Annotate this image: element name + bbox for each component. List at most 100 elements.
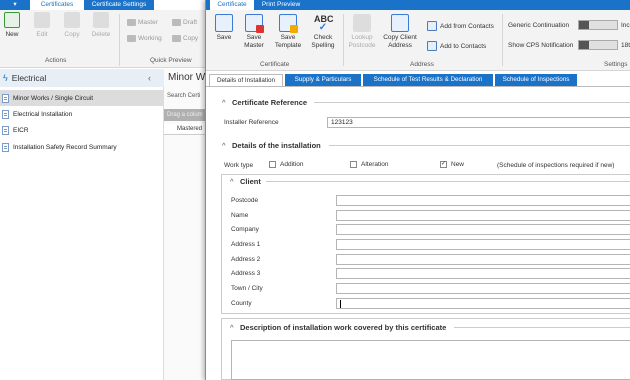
address-2-label: Address 2 <box>231 256 261 263</box>
document-icon <box>2 142 9 152</box>
tab-print-preview[interactable]: Print Preview <box>256 0 306 10</box>
contacts-icon <box>427 41 437 51</box>
address-2-input[interactable] <box>336 254 630 265</box>
addition-checkbox[interactable]: Addition <box>269 161 304 168</box>
edit-icon <box>34 12 50 28</box>
new-checkbox[interactable]: ✓ New <box>440 161 464 168</box>
address-1-input[interactable] <box>336 239 630 250</box>
edit-button[interactable]: Edit <box>29 12 55 38</box>
preview-master-label: Master <box>138 19 158 26</box>
preview-working-label: Working <box>138 35 162 42</box>
save-button[interactable]: Save <box>213 14 235 42</box>
toggle-knob <box>579 41 589 49</box>
description-textarea[interactable] <box>231 340 630 380</box>
addition-label: Addition <box>280 161 304 168</box>
preview-master-button[interactable]: Master <box>127 19 158 26</box>
generic-continuation-toggle[interactable] <box>578 20 618 30</box>
certificate-list-panel: Minor W Search Certi Drag a colum Master… <box>164 69 206 380</box>
tab-schedule-of-inspections[interactable]: Schedule of Inspections <box>495 74 577 86</box>
alteration-checkbox[interactable]: Alteration <box>350 161 388 168</box>
certificate-reference-header[interactable]: ^ Certificate Reference <box>222 98 307 107</box>
address-3-input[interactable] <box>336 268 630 279</box>
dialog-ribbon: Save Save Master Save Template ABC ✓ Che… <box>206 10 630 71</box>
collapse-panel-button[interactable]: ‹ <box>148 73 151 83</box>
nav-item-installation-safety-record[interactable]: Installation Safety Record Summary <box>0 139 164 155</box>
new-label: New <box>451 161 465 168</box>
description-header[interactable]: ^ Description of installation work covere… <box>230 323 446 332</box>
new-button[interactable]: New <box>0 12 25 38</box>
app-menu-button[interactable]: ▾ <box>0 0 30 10</box>
list-search[interactable]: Search Certi <box>167 93 200 99</box>
postcode-input[interactable] <box>336 195 630 206</box>
delete-button[interactable]: Delete <box>88 12 114 38</box>
copy-client-address-label-1: Copy Client <box>383 34 417 41</box>
save-master-icon <box>245 14 264 33</box>
save-master-button[interactable]: Save Master <box>241 14 267 50</box>
save-template-icon <box>279 14 298 33</box>
section-tab-bar: Details of Installation Supply & Particu… <box>206 72 630 86</box>
preview-copy-button[interactable]: Copy <box>172 35 198 42</box>
left-panel-title: Electrical <box>11 73 47 83</box>
printer-icon <box>172 19 181 26</box>
client-header[interactable]: ^ Client <box>230 177 261 186</box>
copy-button[interactable]: Copy <box>59 12 85 38</box>
ribbon-divider <box>343 14 344 66</box>
generic-continuation-value: Inc <box>621 22 630 29</box>
tab-details-of-installation[interactable]: Details of Installation <box>209 74 283 86</box>
left-navigation-panel: ϟ Electrical ‹ Minor Works / Single Circ… <box>0 69 164 380</box>
preview-draft-button[interactable]: Draft <box>172 19 197 26</box>
add-to-contacts-button[interactable]: Add to Contacts <box>427 41 486 51</box>
edit-label: Edit <box>36 31 48 38</box>
details-installation-header[interactable]: ^ Details of the installation <box>222 141 321 150</box>
preview-working-button[interactable]: Working <box>127 35 162 42</box>
tab-schedule-of-test-results[interactable]: Schedule of Test Results & Declaration <box>363 74 493 86</box>
tab-supply-particulars[interactable]: Supply & Particulars <box>285 74 361 86</box>
work-type-label: Work type <box>224 162 254 169</box>
nav-item-eicr[interactable]: EICR <box>0 122 164 138</box>
save-icon <box>215 14 233 32</box>
contacts-icon <box>427 21 437 31</box>
check-spelling-button[interactable]: ABC ✓ Check Spelling <box>309 14 337 50</box>
divider <box>329 145 630 146</box>
installer-reference-input[interactable]: 123123 <box>327 117 630 128</box>
add-from-contacts-button[interactable]: Add from Contacts <box>427 21 494 31</box>
nav-item-electrical-installation[interactable]: Electrical Installation <box>0 106 164 122</box>
column-header-mastered[interactable]: Mastered <box>164 124 206 135</box>
document-icon <box>2 109 9 119</box>
add-to-contacts-label: Add to Contacts <box>440 42 487 50</box>
name-input[interactable] <box>336 210 630 221</box>
tab-certificate[interactable]: Certificate <box>210 0 254 10</box>
collapse-caret-icon: ^ <box>222 98 226 107</box>
details-installation-title: Details of the installation <box>232 141 321 150</box>
nav-item-label: Electrical Installation <box>13 110 73 118</box>
certificate-dialog: Certificate Print Preview Save Save Mast… <box>205 0 630 380</box>
collapse-caret-icon: ^ <box>230 323 234 332</box>
tab-certificates[interactable]: Certificates <box>32 0 82 10</box>
nav-item-minor-works[interactable]: Minor Works / Single Circuit <box>0 90 164 106</box>
save-template-label-1: Save <box>280 34 296 41</box>
divider <box>454 327 630 328</box>
bg-ribbon: New Edit Copy Delete Actions Master Draf… <box>0 10 206 68</box>
list-title: Minor W <box>168 72 206 83</box>
alteration-label: Alteration <box>361 161 389 168</box>
save-template-button[interactable]: Save Template <box>273 14 303 50</box>
town-city-label: Town / City <box>231 285 263 292</box>
new-icon <box>4 12 20 28</box>
preview-copy-label: Copy <box>183 35 199 42</box>
checkbox-box <box>350 161 357 168</box>
spell-check-icon: ABC ✓ <box>314 14 334 33</box>
lookup-postcode-button[interactable]: Lookup Postcode <box>347 14 377 50</box>
show-cps-label: Show CPS Notification <box>508 42 574 49</box>
tab-certificate-settings[interactable]: Certificate Settings <box>84 0 154 10</box>
printer-icon <box>172 35 181 42</box>
collapse-caret-icon: ^ <box>222 141 226 150</box>
checkbox-checked-icon: ✓ <box>440 161 447 168</box>
company-input[interactable] <box>336 224 630 235</box>
printer-icon <box>127 35 136 42</box>
county-input[interactable] <box>336 298 630 309</box>
town-city-input[interactable] <box>336 283 630 294</box>
dialog-tab-bar: Certificate Print Preview <box>206 0 630 10</box>
show-cps-toggle[interactable] <box>578 40 618 50</box>
inspections-note: (Schedule of inspections required if new… <box>497 162 615 169</box>
copy-client-address-button[interactable]: Copy Client Address <box>382 14 418 50</box>
